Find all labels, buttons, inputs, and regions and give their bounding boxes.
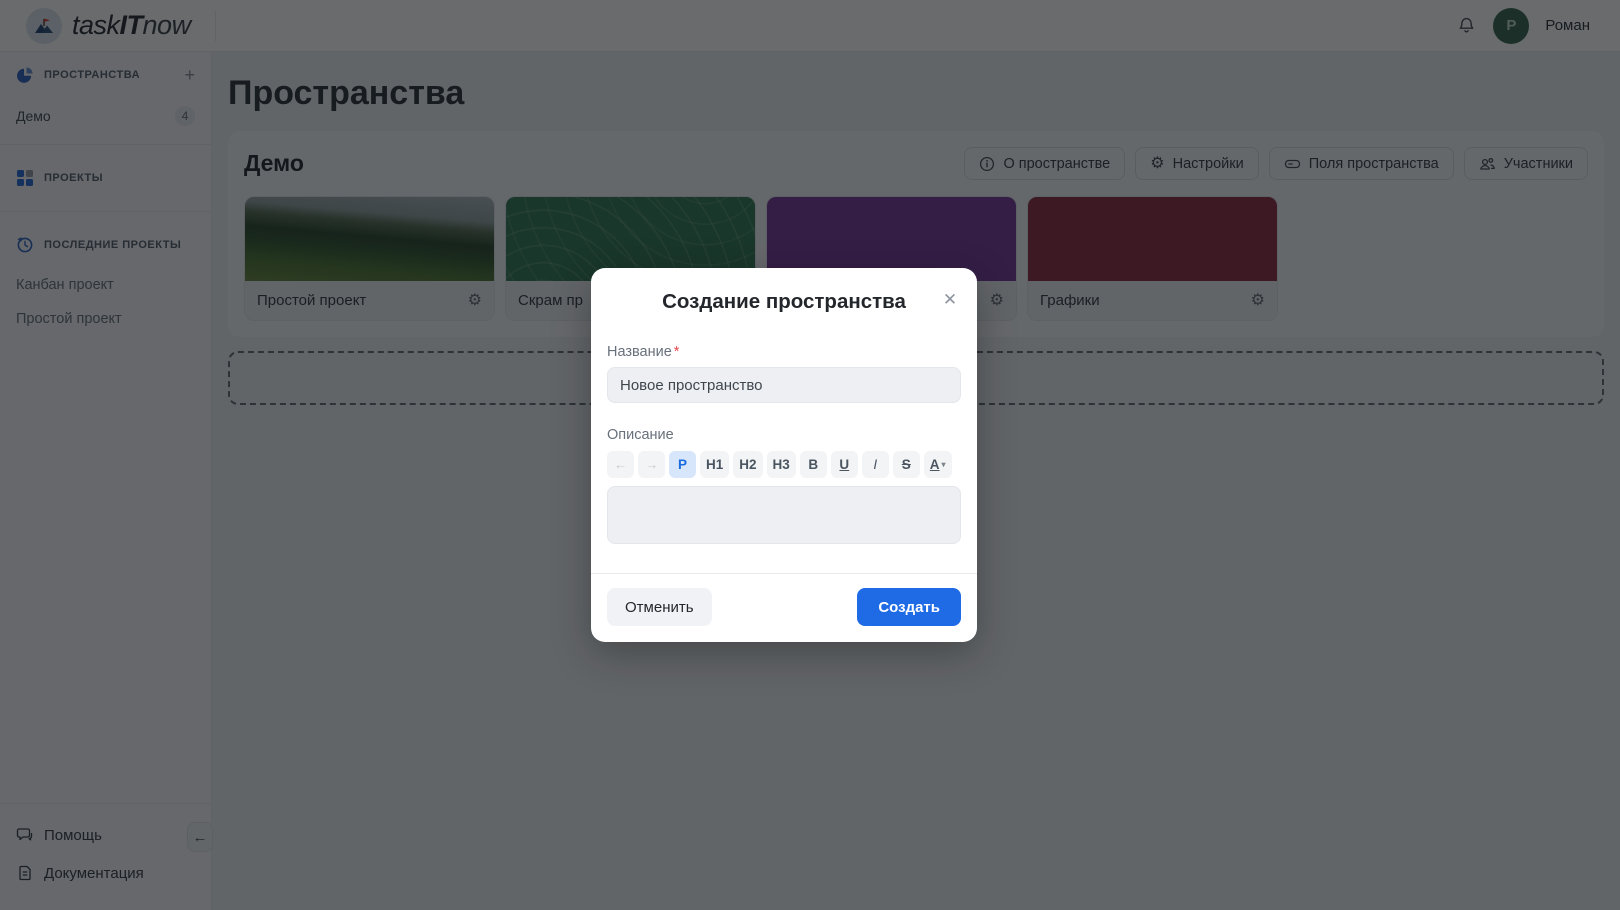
heading2-button[interactable]: H2 — [733, 451, 762, 478]
bold-button[interactable]: B — [800, 451, 827, 478]
description-textarea[interactable] — [607, 486, 961, 544]
create-button[interactable]: Создать — [857, 588, 961, 626]
undo-icon[interactable]: ← — [607, 451, 634, 478]
text-color-letter: A — [930, 457, 940, 472]
redo-icon[interactable]: → — [638, 451, 665, 478]
paragraph-button[interactable]: P — [669, 451, 696, 478]
required-asterisk: * — [674, 344, 680, 360]
create-space-modal: Создание пространства ✕ Название* Описан… — [591, 268, 977, 642]
name-field-label: Название* — [607, 344, 961, 360]
space-name-input[interactable] — [607, 367, 961, 403]
chevron-down-icon: ▾ — [942, 460, 946, 469]
text-color-button[interactable]: A ▾ — [924, 451, 952, 478]
italic-button[interactable]: I — [862, 451, 889, 478]
rich-text-toolbar: ← → P H1 H2 H3 B U I S A ▾ — [607, 451, 961, 478]
heading3-button[interactable]: H3 — [767, 451, 796, 478]
heading1-button[interactable]: H1 — [700, 451, 729, 478]
strikethrough-button[interactable]: S — [893, 451, 920, 478]
close-icon[interactable]: ✕ — [939, 288, 961, 310]
modal-title: Создание пространства — [607, 290, 961, 314]
cancel-button[interactable]: Отменить — [607, 588, 712, 626]
underline-button[interactable]: U — [831, 451, 858, 478]
description-field-label: Описание — [607, 427, 961, 443]
